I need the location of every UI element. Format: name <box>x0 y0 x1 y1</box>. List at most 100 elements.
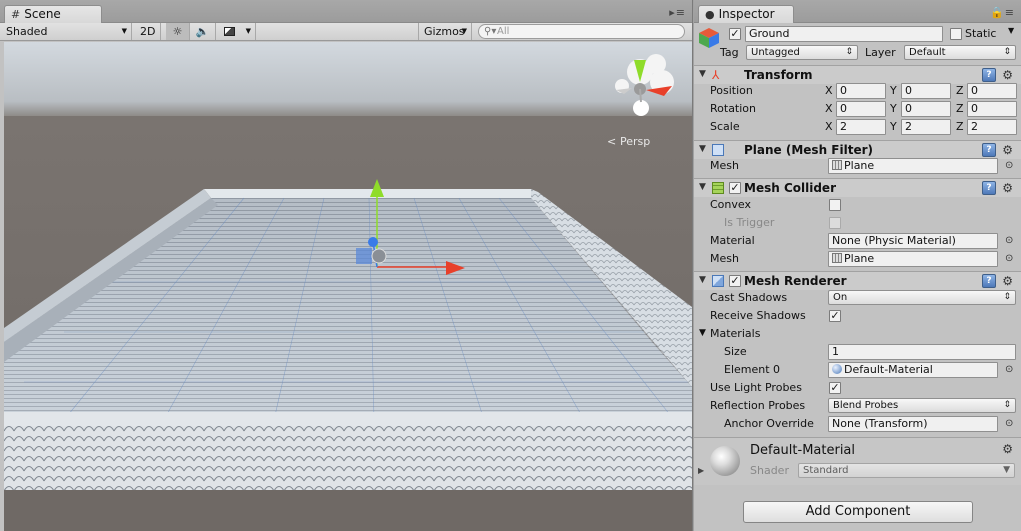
mesh-renderer-header[interactable]: ▼ ✓ Mesh Renderer ? ⚙ <box>694 271 1021 290</box>
help-book-icon[interactable]: ? <box>982 274 996 288</box>
help-book-icon[interactable]: ? <box>982 68 996 82</box>
mesh-collider-title: Mesh Collider <box>744 181 836 195</box>
collider-mesh-value: Plane <box>844 252 875 265</box>
size-label: Size <box>724 345 747 358</box>
scene-toolbar: Shaded ▼ 2D ☼ 🔈 ▼ Gizmos ▼ ⚲▾ All <box>0 23 692 41</box>
scene-render: Persp < <box>4 42 692 531</box>
rotation-z-field[interactable]: 0 <box>967 101 1017 117</box>
gear-icon[interactable]: ⚙ <box>1002 68 1013 82</box>
mesh-field[interactable]: Plane <box>828 158 998 174</box>
lock-icon[interactable]: 🔒≡ <box>990 6 1015 19</box>
foldout-arrow-icon[interactable]: ▼ <box>699 144 706 154</box>
tag-dropdown[interactable]: Untagged ⇕ <box>746 45 858 60</box>
object-picker-icon[interactable]: ⊙ <box>1005 253 1013 264</box>
scene-audio-button[interactable]: 🔈 <box>190 23 216 40</box>
draw-mode-dropdown[interactable]: Shaded ▼ <box>0 23 132 40</box>
scene-search-input[interactable]: ⚲▾ All <box>478 24 685 39</box>
axis-x-label: X <box>825 102 833 115</box>
shader-dropdown[interactable]: Standard ▼ <box>798 463 1015 478</box>
draw-mode-value: Shaded <box>6 25 48 38</box>
add-component-button[interactable]: Add Component <box>743 501 973 523</box>
scene-lighting-button[interactable]: ☼ <box>166 23 190 40</box>
axis-y-label: Y <box>890 84 897 97</box>
inspector-tab-label: Inspector <box>718 7 775 21</box>
material-section[interactable]: ▶ Default-Material Shader Standard ▼ ⚙ <box>694 437 1021 485</box>
static-label: Static <box>965 27 997 40</box>
shader-value: Standard <box>803 465 849 476</box>
receive-shadows-label: Receive Shadows <box>710 309 806 322</box>
reflection-probes-dropdown[interactable]: Blend Probes ⇕ <box>828 398 1016 413</box>
scene-effects-dropdown[interactable]: ▼ <box>220 23 256 40</box>
position-z-field[interactable]: 0 <box>967 83 1017 99</box>
foldout-arrow-icon[interactable]: ▼ <box>699 328 706 338</box>
foldout-arrow-icon[interactable]: ▶ <box>698 466 704 475</box>
object-name-field[interactable]: Ground <box>745 26 943 42</box>
scale-row: Scale X 2 Y 2 Z 2 <box>694 118 1021 136</box>
dropdown-arrow-icon: ▼ <box>1003 465 1010 475</box>
dropdown-arrow-icon: ▼ <box>245 27 251 35</box>
mesh-renderer-enabled-checkbox[interactable]: ✓ <box>729 275 741 287</box>
object-picker-icon[interactable]: ⊙ <box>1005 418 1013 429</box>
materials-size-field[interactable]: 1 <box>828 344 1016 360</box>
gear-icon[interactable]: ⚙ <box>1002 442 1013 456</box>
help-book-icon[interactable]: ? <box>982 143 996 157</box>
mesh-collider-header[interactable]: ▼ ✓ Mesh Collider ? ⚙ <box>694 178 1021 197</box>
rotation-y-field[interactable]: 0 <box>901 101 951 117</box>
static-dropdown-arrow-icon[interactable]: ▼ <box>1008 26 1014 35</box>
scene-tab[interactable]: # Scene <box>4 5 102 23</box>
rotation-x-field[interactable]: 0 <box>836 101 886 117</box>
convex-label: Convex <box>710 198 751 211</box>
layer-dropdown[interactable]: Default ⇕ <box>904 45 1016 60</box>
convex-checkbox[interactable] <box>829 199 841 211</box>
cast-shadows-dropdown[interactable]: On ⇕ <box>828 290 1016 305</box>
gear-icon[interactable]: ⚙ <box>1002 274 1013 288</box>
foldout-arrow-icon[interactable]: ▼ <box>699 69 706 79</box>
persp-label[interactable]: Persp <box>620 135 650 148</box>
scene-viewport[interactable]: Persp < <box>4 42 692 531</box>
scale-x-field[interactable]: 2 <box>836 119 886 135</box>
physic-material-field[interactable]: None (Physic Material) <box>828 233 998 249</box>
dropdown-arrow-icon: ▼ <box>121 27 127 35</box>
gear-icon[interactable]: ⚙ <box>1002 181 1013 195</box>
inspector-tab-bar: ● Inspector 🔒≡ <box>694 0 1021 23</box>
static-checkbox[interactable] <box>950 28 962 40</box>
material-preview-sphere <box>710 446 740 476</box>
element0-field[interactable]: Default-Material <box>828 362 998 378</box>
mesh-label: Mesh <box>710 159 739 172</box>
foldout-arrow-icon[interactable]: ▼ <box>699 275 706 285</box>
active-checkbox[interactable]: ✓ <box>729 28 741 40</box>
mesh-renderer-icon <box>712 275 724 287</box>
position-y-field[interactable]: 0 <box>901 83 951 99</box>
mesh-collider-enabled-checkbox[interactable]: ✓ <box>729 182 741 194</box>
cast-shadows-value: On <box>833 292 848 303</box>
info-icon: ● <box>705 8 715 21</box>
toggle-2d-button[interactable]: 2D <box>135 23 161 40</box>
object-picker-icon[interactable]: ⊙ <box>1005 160 1013 171</box>
material-label: Material <box>710 234 755 247</box>
tag-value: Untagged <box>751 47 800 58</box>
gizmos-dropdown[interactable]: Gizmos ▼ <box>418 23 472 40</box>
mesh-asset-icon <box>832 253 842 263</box>
anchor-override-field[interactable]: None (Transform) <box>828 416 998 432</box>
collider-mesh-field[interactable]: Plane <box>828 251 998 267</box>
inspector-tab[interactable]: ● Inspector <box>698 5 794 23</box>
materials-row[interactable]: ▼ Materials <box>694 325 1021 343</box>
use-light-probes-checkbox[interactable]: ✓ <box>829 382 841 394</box>
image-icon <box>224 27 235 36</box>
convex-row: Convex <box>694 196 1021 214</box>
foldout-arrow-icon[interactable]: ▼ <box>699 182 706 192</box>
object-picker-icon[interactable]: ⊙ <box>1005 364 1013 375</box>
tab-menu-icon[interactable]: ▸≡ <box>669 6 686 19</box>
position-x-field[interactable]: 0 <box>836 83 886 99</box>
element0-label: Element 0 <box>724 363 781 376</box>
gizmos-label: Gizmos <box>424 25 465 38</box>
search-icon: ⚲▾ <box>484 26 497 37</box>
scale-y-field[interactable]: 2 <box>901 119 951 135</box>
receive-shadows-row: Receive Shadows ✓ <box>694 307 1021 325</box>
receive-shadows-checkbox[interactable]: ✓ <box>829 310 841 322</box>
materials-label: Materials <box>710 327 761 340</box>
help-book-icon[interactable]: ? <box>982 181 996 195</box>
gear-icon[interactable]: ⚙ <box>1002 143 1013 157</box>
scale-z-field[interactable]: 2 <box>967 119 1017 135</box>
object-picker-icon[interactable]: ⊙ <box>1005 235 1013 246</box>
